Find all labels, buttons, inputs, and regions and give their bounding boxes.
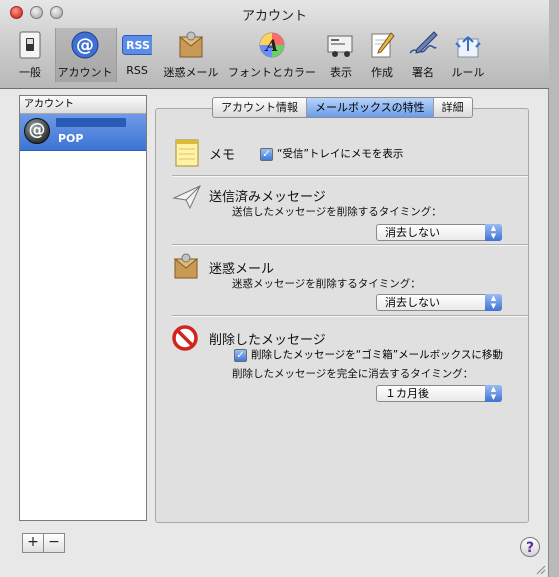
section-divider bbox=[172, 244, 528, 246]
junk-mail-title: 迷惑メール bbox=[209, 262, 275, 277]
toolbar-junk-mail[interactable]: 迷惑メール bbox=[161, 30, 221, 82]
signature-pen-icon bbox=[408, 30, 438, 60]
account-row-pop[interactable]: @ POP bbox=[20, 114, 146, 151]
help-button[interactable]: ? bbox=[520, 537, 540, 557]
tab-advanced[interactable]: 詳細 bbox=[432, 98, 472, 117]
move-to-trash-option[interactable]: ✓ 削除したメッセージを“ゴミ箱”メールボックスに移動 bbox=[234, 347, 503, 362]
window-title: アカウント bbox=[241, 9, 307, 24]
paper-plane-icon bbox=[172, 184, 204, 214]
sent-remove-select[interactable]: 消去しない ▲ ▼ bbox=[376, 224, 502, 241]
junk-remove-label: 迷惑メッセージを削除するタイミング： bbox=[232, 278, 421, 290]
toolbar-fonts-colors[interactable]: A フォントとカラー bbox=[226, 30, 318, 82]
account-type-label: POP bbox=[58, 132, 84, 145]
toolbar-rss[interactable]: RSS RSS bbox=[120, 30, 154, 82]
at-sign-icon: @ bbox=[70, 30, 100, 60]
select-arrows-icon: ▲ ▼ bbox=[485, 385, 502, 402]
compose-pencil-icon bbox=[367, 30, 397, 60]
toolbar-composing[interactable]: 作成 bbox=[364, 30, 400, 82]
light-switch-icon bbox=[15, 30, 45, 60]
junk-mail-icon bbox=[172, 252, 204, 282]
show-notes-label: “受信”トレイにメモを表示 bbox=[277, 148, 404, 160]
preferences-window: アカウント 一般 @ アカウント RSS RSS 迷惑メール A フォントとカラ… bbox=[0, 0, 549, 577]
account-at-icon: @ bbox=[24, 118, 50, 144]
show-notes-checkbox[interactable]: ✓ bbox=[260, 147, 273, 161]
account-add-remove-controls: + − bbox=[22, 533, 65, 553]
title-bar: アカウント 一般 @ アカウント RSS RSS 迷惑メール A フォントとカラ… bbox=[0, 0, 549, 89]
deleted-messages-section: 削除したメッセージ ✓ 削除したメッセージを“ゴミ箱”メールボックスに移動 削除し… bbox=[172, 325, 528, 405]
viewing-icon bbox=[326, 30, 356, 60]
section-divider bbox=[172, 315, 528, 317]
account-tabs: アカウント情報 メールボックスの特性 詳細 bbox=[212, 97, 473, 118]
erase-deleted-label: 削除したメッセージを完全に消去するタイミング： bbox=[232, 368, 474, 380]
section-divider bbox=[172, 175, 528, 177]
svg-text:A: A bbox=[264, 36, 278, 55]
show-notes-in-inbox-option[interactable]: ✓ “受信”トレイにメモを表示 bbox=[260, 146, 403, 161]
junk-mail-section: 迷惑メール 迷惑メッセージを削除するタイミング： 消去しない ▲ ▼ bbox=[172, 252, 528, 314]
junk-mail-icon bbox=[176, 30, 206, 60]
accounts-list-header: アカウント bbox=[20, 96, 146, 114]
toolbar-general[interactable]: 一般 bbox=[8, 30, 52, 82]
tab-account-info[interactable]: アカウント情報 bbox=[213, 98, 306, 117]
svg-text:RSS: RSS bbox=[126, 39, 150, 52]
erase-deleted-select[interactable]: １カ月後 ▲ ▼ bbox=[376, 385, 502, 402]
toolbar-viewing[interactable]: 表示 bbox=[326, 30, 356, 82]
prohibited-icon bbox=[172, 325, 204, 355]
notepad-icon bbox=[172, 138, 204, 168]
toolbar-signatures[interactable]: 署名 bbox=[406, 30, 440, 82]
tab-mailbox-behaviors[interactable]: メールボックスの特性 bbox=[306, 98, 433, 117]
accounts-list: アカウント @ POP bbox=[19, 95, 147, 521]
add-account-button[interactable]: + bbox=[22, 533, 44, 553]
deleted-messages-title: 削除したメッセージ bbox=[209, 333, 326, 348]
resize-grip-icon[interactable] bbox=[536, 565, 546, 575]
select-arrows-icon: ▲ ▼ bbox=[485, 294, 502, 311]
select-arrows-icon: ▲ ▼ bbox=[485, 224, 502, 241]
move-to-trash-label: 削除したメッセージを“ゴミ箱”メールボックスに移動 bbox=[251, 349, 503, 361]
move-to-trash-checkbox[interactable]: ✓ bbox=[234, 348, 247, 362]
sent-messages-title: 送信済みメッセージ bbox=[209, 190, 326, 205]
notes-title: メモ bbox=[209, 148, 236, 163]
toolbar-rules[interactable]: ルール bbox=[446, 30, 490, 82]
toolbar-accounts[interactable]: @ アカウント bbox=[55, 30, 115, 82]
preferences-toolbar: 一般 @ アカウント RSS RSS 迷惑メール A フォントとカラー 表示 作… bbox=[8, 28, 541, 82]
remove-account-button[interactable]: − bbox=[44, 533, 65, 553]
svg-text:@: @ bbox=[76, 35, 94, 56]
junk-remove-select[interactable]: 消去しない ▲ ▼ bbox=[376, 294, 502, 311]
sent-remove-label: 送信したメッセージを削除するタイミング： bbox=[232, 206, 442, 218]
account-name-redacted bbox=[56, 118, 126, 127]
rules-arrows-icon bbox=[453, 30, 483, 60]
notes-section: メモ ✓ “受信”トレイにメモを表示 bbox=[172, 138, 528, 168]
color-font-icon: A bbox=[257, 30, 287, 60]
rss-badge-icon: RSS bbox=[122, 30, 152, 60]
sent-messages-section: 送信済みメッセージ 送信したメッセージを削除するタイミング： 消去しない ▲ ▼ bbox=[172, 184, 528, 244]
preferences-content: アカウント @ POP + − アカウント情報 メールボックスの特性 詳細 メモ… bbox=[0, 89, 549, 577]
